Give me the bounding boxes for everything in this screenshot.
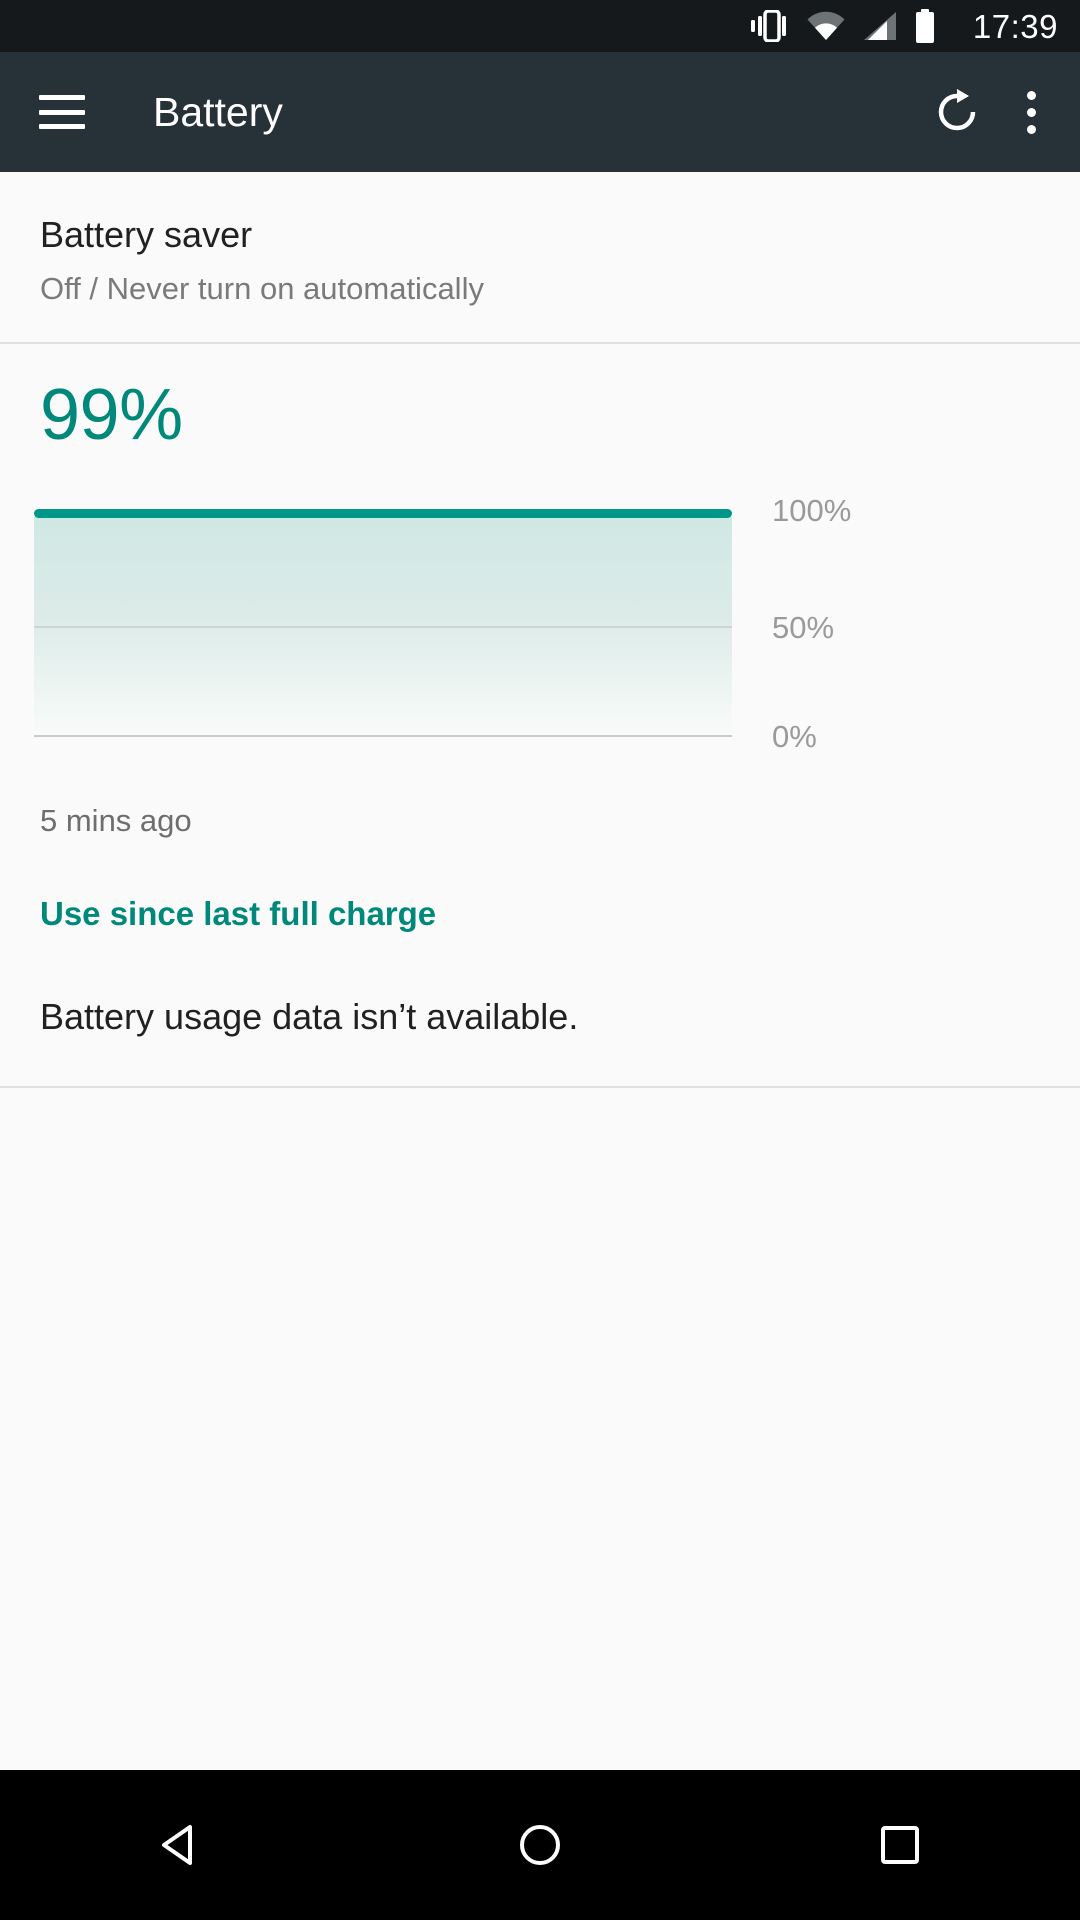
refresh-button[interactable]	[933, 88, 981, 136]
settings-content: Battery saver Off / Never turn on automa…	[0, 172, 1080, 1770]
overflow-menu-button[interactable]	[1027, 90, 1036, 134]
chart-axis-label-100: 100%	[772, 493, 852, 529]
home-circle-icon	[520, 1825, 560, 1865]
use-since-last-full-charge-link[interactable]: Use since last full charge	[40, 895, 436, 933]
battery-icon	[915, 9, 934, 43]
page-title: Battery	[153, 88, 283, 135]
wifi-icon	[807, 11, 845, 40]
battery-settings-screen: 17:39 Battery Battery saver Off / Never …	[0, 0, 1080, 1920]
vibrate-icon	[750, 10, 786, 42]
chart-gridline-50	[34, 626, 732, 629]
home-button[interactable]	[460, 1770, 620, 1920]
back-triangle-icon	[162, 1825, 192, 1865]
battery-percentage: 99%	[40, 374, 183, 455]
hamburger-menu-icon[interactable]	[39, 95, 85, 129]
app-toolbar: Battery	[0, 52, 1080, 172]
battery-saver-row[interactable]: Battery saver Off / Never turn on automa…	[0, 172, 1080, 342]
toolbar-actions	[933, 88, 1080, 136]
chart-level-line	[34, 509, 732, 519]
refresh-icon	[938, 89, 976, 131]
cellular-signal-icon	[863, 12, 896, 40]
chart-axis-label-0: 0%	[772, 719, 817, 755]
status-bar: 17:39	[0, 0, 1080, 52]
back-button[interactable]	[100, 1770, 260, 1920]
chart-plot-area	[34, 509, 732, 738]
battery-saver-title: Battery saver	[40, 214, 253, 255]
chart-gridline-0	[34, 735, 732, 738]
chart-axis-label-50: 50%	[772, 610, 835, 646]
recents-square-icon	[881, 1826, 919, 1864]
status-bar-icons: 17:39	[749, 9, 1058, 43]
use-since-last-full-charge-row: Use since last full charge	[0, 839, 1080, 933]
battery-history-chart: 100% 50% 0%	[0, 493, 1080, 789]
battery-saver-summary: Off / Never turn on automatically	[40, 271, 484, 307]
chart-timestamp-caption: 5 mins ago	[40, 803, 192, 839]
android-navigation-bar	[0, 1770, 1080, 1920]
recents-button[interactable]	[820, 1770, 980, 1920]
overflow-menu-icon	[1027, 90, 1036, 134]
divider-bottom	[0, 1086, 1080, 1089]
status-bar-clock: 17:39	[972, 7, 1058, 45]
battery-usage-message: Battery usage data isn’t available.	[40, 996, 579, 1038]
